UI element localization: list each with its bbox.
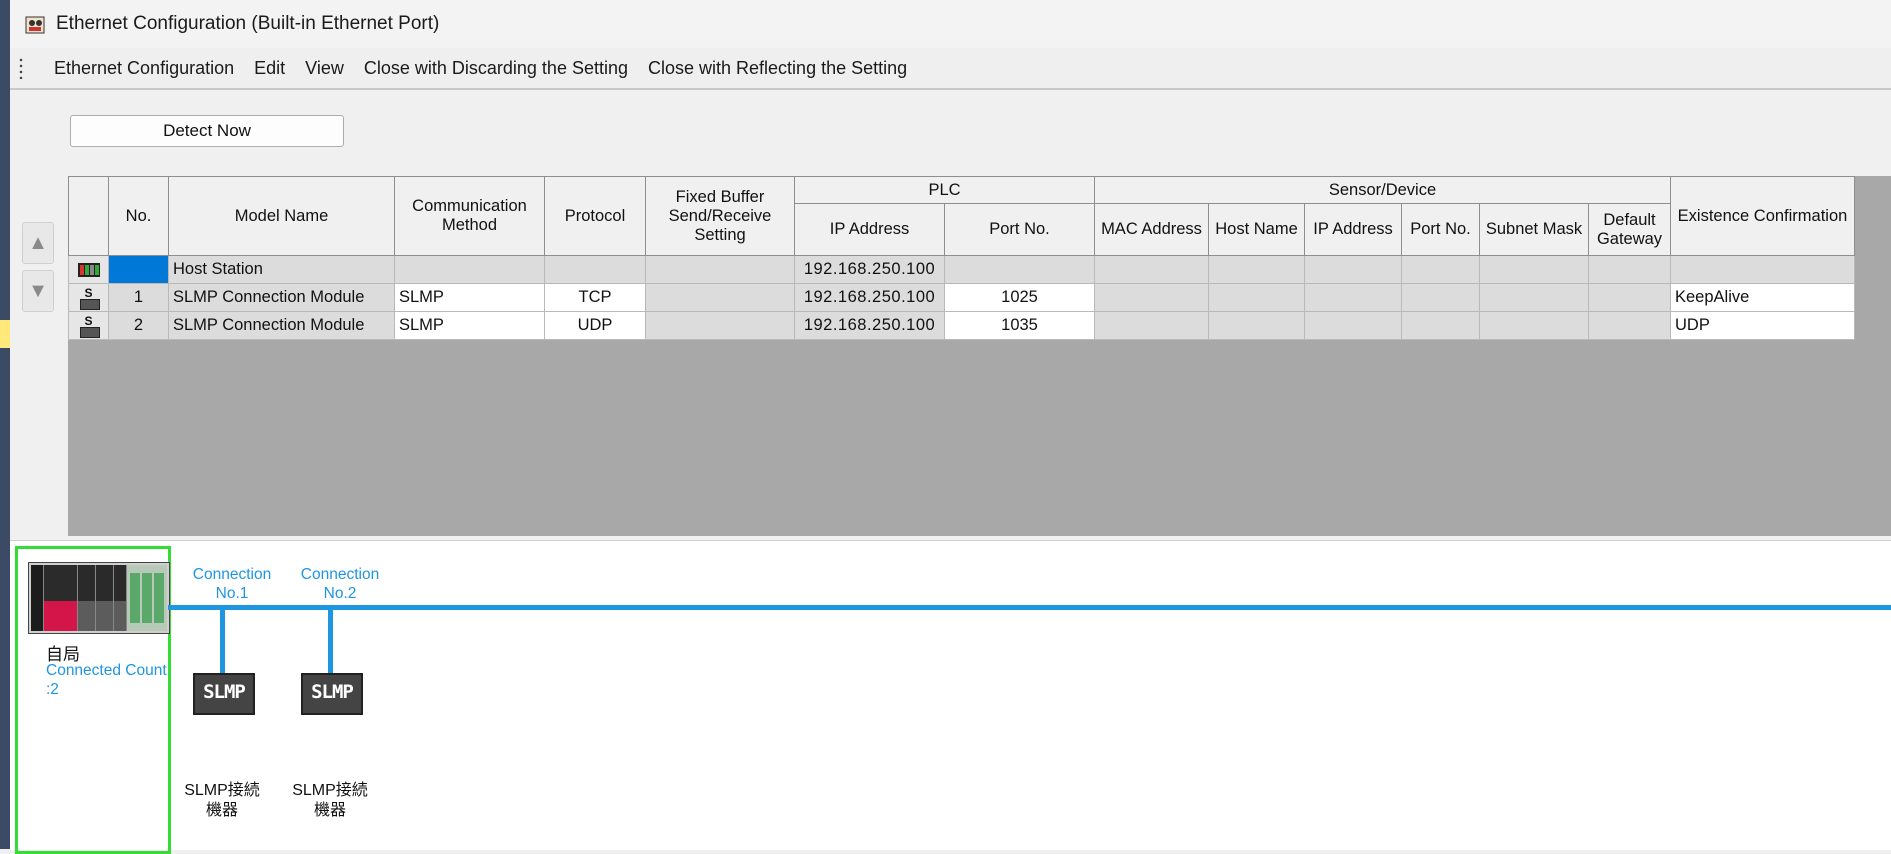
header-no: No. [108,176,169,256]
move-down-button[interactable]: ▼ [22,270,54,312]
connection-drop-line [328,607,333,673]
cell-plc-port[interactable]: 1025 [944,283,1095,312]
connection-drop-line [220,607,225,673]
cell-mac[interactable] [1094,311,1209,340]
header-plc-port-no: Port No. [944,203,1095,256]
device-label: SLMP接続 機器 [184,782,260,819]
menu-edit[interactable]: Edit [244,58,295,79]
cell-protocol[interactable] [544,255,646,284]
slmp-device-icon: S [68,283,109,312]
header-existence-confirmation: Existence Confirmation [1670,176,1855,256]
connection-label: Connection No.1 [192,566,272,602]
cell-plc-ip[interactable]: 192.168.250.100 [794,283,945,312]
toolbar-grip-icon[interactable] [18,57,24,79]
slmp-device-node[interactable]: SLMP [301,673,363,715]
cell-fixed-buffer[interactable] [645,311,795,340]
cell-device-port[interactable] [1401,283,1480,312]
cell-model-name[interactable]: SLMP Connection Module [168,311,395,340]
cell-model-name[interactable]: SLMP Connection Module [168,283,395,312]
cell-plc-ip[interactable]: 192.168.250.100 [794,311,945,340]
header-host-name: Host Name [1208,203,1305,256]
triangle-down-icon: ▼ [28,279,48,302]
cell-subnet[interactable] [1479,255,1589,284]
header-communication-method: Communication Method [394,176,545,256]
desktop-edge-highlight [0,320,10,348]
host-station-icon [68,255,109,284]
table-row[interactable]: S 2 SLMP Connection Module SLMP UDP 192.… [68,311,1855,340]
ethernet-bus-line [168,605,1891,610]
cell-device-ip[interactable] [1304,255,1402,284]
cell-mac[interactable] [1094,255,1209,284]
cell-subnet[interactable] [1479,311,1589,340]
cell-no[interactable]: 2 [108,311,169,340]
cell-gateway[interactable] [1588,255,1671,284]
cell-protocol[interactable]: TCP [544,283,646,312]
slmp-device-icon: S [68,311,109,340]
header-mac-address: MAC Address [1094,203,1209,256]
cell-communication-method[interactable]: SLMP [394,283,545,312]
header-icon-col [68,176,109,256]
menu-close-discard[interactable]: Close with Discarding the Setting [354,58,638,79]
cell-device-ip[interactable] [1304,283,1402,312]
menu-ethernet-configuration[interactable]: Ethernet Configuration [44,58,244,79]
cell-communication-method[interactable]: SLMP [394,311,545,340]
cell-fixed-buffer[interactable] [645,255,795,284]
work-area: Detect Now ▲ ▼ No. Model Name Communicat… [10,90,1891,540]
table-row[interactable]: S 1 SLMP Connection Module SLMP TCP 192.… [68,283,1855,312]
cell-existence[interactable]: KeepAlive [1670,283,1855,312]
menu-close-reflect[interactable]: Close with Reflecting the Setting [638,58,917,79]
header-fixed-buffer: Fixed Buffer Send/Receive Setting [645,176,795,256]
table-row[interactable]: Host Station 192.168.250.100 [68,255,1855,284]
triangle-up-icon: ▲ [28,231,48,254]
window-title: Ethernet Configuration (Built-in Etherne… [56,13,440,34]
detect-now-button[interactable]: Detect Now [70,115,344,147]
desktop-edge [0,0,10,849]
window-titlebar: Ethernet Configuration (Built-in Etherne… [10,0,1891,48]
cell-mac[interactable] [1094,283,1209,312]
host-station-node[interactable]: 自局 Connected Count :2 [15,546,171,854]
connection-label: Connection No.2 [300,566,380,602]
header-protocol: Protocol [544,176,646,256]
configuration-table: No. Model Name Communication Method Prot… [68,176,1855,340]
cell-plc-ip[interactable]: 192.168.250.100 [794,255,945,284]
cell-no[interactable] [108,255,169,284]
cell-communication-method[interactable] [394,255,545,284]
menu-view[interactable]: View [295,58,354,79]
header-default-gateway: Default Gateway [1588,203,1671,256]
header-subnet-mask: Subnet Mask [1479,203,1589,256]
network-diagram: 自局 Connected Count :2 Connection No.1 SL… [10,540,1891,854]
header-model-name: Model Name [168,176,395,256]
cell-device-port[interactable] [1401,311,1480,340]
slmp-device-node[interactable]: SLMP [193,673,255,715]
cell-host-name[interactable] [1208,255,1305,284]
cell-gateway[interactable] [1588,283,1671,312]
cell-fixed-buffer[interactable] [645,283,795,312]
cell-model-name[interactable]: Host Station [168,255,395,284]
cell-existence[interactable] [1670,255,1855,284]
cell-plc-port[interactable]: 1035 [944,311,1095,340]
cell-subnet[interactable] [1479,283,1589,312]
move-up-button[interactable]: ▲ [22,222,54,264]
cell-gateway[interactable] [1588,311,1671,340]
cell-plc-port[interactable] [944,255,1095,284]
cell-device-port[interactable] [1401,255,1480,284]
device-label: SLMP接続 機器 [292,782,368,819]
header-device-ip-address: IP Address [1304,203,1402,256]
header-plc-group: PLC [794,176,1095,204]
cell-host-name[interactable] [1208,283,1305,312]
cell-no[interactable]: 1 [108,283,169,312]
cell-existence[interactable]: UDP [1670,311,1855,340]
header-sensor-device-group: Sensor/Device [1094,176,1671,204]
cell-host-name[interactable] [1208,311,1305,340]
menu-bar: Ethernet Configuration Edit View Close w… [10,48,1891,90]
plc-unit-icon [28,562,170,634]
app-config-icon [24,13,46,35]
header-device-port-no: Port No. [1401,203,1480,256]
cell-device-ip[interactable] [1304,311,1402,340]
connected-count: Connected Count :2 [46,662,167,698]
header-plc-ip-address: IP Address [794,203,945,256]
cell-protocol[interactable]: UDP [544,311,646,340]
